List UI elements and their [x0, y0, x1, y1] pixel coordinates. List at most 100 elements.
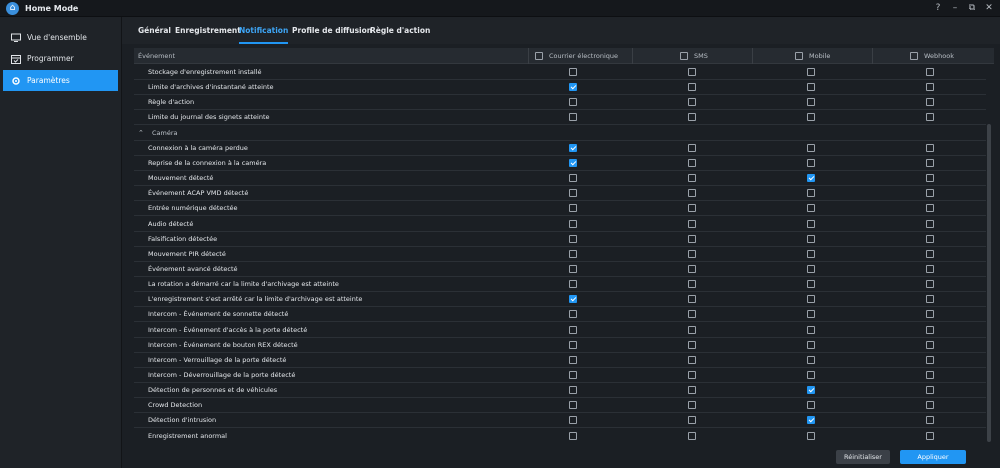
sms-checkbox[interactable] [688, 249, 696, 258]
tab-action-rule[interactable]: Règle d'action [370, 26, 430, 44]
mobile-checkbox[interactable] [807, 325, 815, 334]
email-checkbox[interactable] [569, 280, 577, 289]
mobile-checkbox[interactable] [807, 143, 815, 152]
webhook-checkbox[interactable] [926, 340, 934, 349]
email-checkbox[interactable] [569, 431, 577, 440]
mobile-checkbox[interactable] [807, 416, 815, 425]
sms-checkbox[interactable] [688, 189, 696, 198]
webhook-checkbox[interactable] [926, 401, 934, 410]
mobile-checkbox[interactable] [807, 204, 815, 213]
minimize-icon[interactable]: – [948, 1, 962, 15]
sms-checkbox[interactable] [688, 431, 696, 440]
sms-checkbox[interactable] [688, 355, 696, 364]
mobile-checkbox[interactable] [807, 113, 815, 122]
apply-button[interactable]: Appliquer [900, 450, 966, 464]
restore-icon[interactable]: ⧉ [965, 1, 979, 15]
sms-checkbox[interactable] [688, 113, 696, 122]
select-all-sms-checkbox[interactable] [680, 52, 688, 60]
email-checkbox[interactable] [569, 158, 577, 167]
sms-checkbox[interactable] [688, 371, 696, 379]
webhook-checkbox[interactable] [926, 143, 934, 152]
email-checkbox[interactable] [569, 295, 577, 304]
mobile-checkbox[interactable] [807, 371, 815, 379]
sms-checkbox[interactable] [688, 204, 696, 213]
mobile-checkbox[interactable] [807, 249, 815, 258]
tab-stream-profile[interactable]: Profile de diffusion [292, 26, 372, 44]
tab-recording[interactable]: Enregistrement [175, 26, 241, 44]
email-checkbox[interactable] [569, 204, 577, 213]
webhook-checkbox[interactable] [926, 158, 934, 167]
close-icon[interactable]: ✕ [982, 1, 996, 15]
help-icon[interactable]: ? [931, 1, 945, 15]
webhook-checkbox[interactable] [926, 355, 934, 364]
email-checkbox[interactable] [569, 98, 577, 107]
email-checkbox[interactable] [569, 416, 577, 425]
webhook-checkbox[interactable] [926, 264, 934, 273]
select-all-mobile-checkbox[interactable] [795, 52, 803, 60]
mobile-checkbox[interactable] [807, 310, 815, 319]
sms-checkbox[interactable] [688, 158, 696, 167]
sms-checkbox[interactable] [688, 280, 696, 289]
email-checkbox[interactable] [569, 143, 577, 152]
mobile-checkbox[interactable] [807, 295, 815, 304]
webhook-checkbox[interactable] [926, 174, 934, 183]
sms-checkbox[interactable] [688, 386, 696, 395]
select-all-email-checkbox[interactable] [535, 52, 543, 60]
webhook-checkbox[interactable] [926, 310, 934, 319]
sms-checkbox[interactable] [688, 295, 696, 304]
email-checkbox[interactable] [569, 219, 577, 228]
sms-checkbox[interactable] [688, 174, 696, 183]
email-checkbox[interactable] [569, 174, 577, 183]
email-checkbox[interactable] [569, 401, 577, 410]
mobile-checkbox[interactable] [807, 83, 815, 92]
email-checkbox[interactable] [569, 310, 577, 319]
email-checkbox[interactable] [569, 340, 577, 349]
webhook-checkbox[interactable] [926, 280, 934, 289]
tab-notification[interactable]: Notification [239, 26, 289, 44]
email-checkbox[interactable] [569, 68, 577, 76]
webhook-checkbox[interactable] [926, 83, 934, 92]
email-checkbox[interactable] [569, 355, 577, 364]
sms-checkbox[interactable] [688, 325, 696, 334]
sms-checkbox[interactable] [688, 340, 696, 349]
mobile-checkbox[interactable] [807, 431, 815, 440]
sidebar-item-settings[interactable]: Paramètres [3, 70, 118, 91]
vertical-scrollbar[interactable] [987, 124, 991, 442]
tab-general[interactable]: Général [138, 26, 171, 44]
mobile-checkbox[interactable] [807, 355, 815, 364]
webhook-checkbox[interactable] [926, 68, 934, 76]
sidebar-item-overview[interactable]: Vue d'ensemble [3, 27, 118, 48]
webhook-checkbox[interactable] [926, 295, 934, 304]
sms-checkbox[interactable] [688, 416, 696, 425]
email-checkbox[interactable] [569, 249, 577, 258]
reset-button[interactable]: Réinitialiser [836, 450, 890, 464]
sms-checkbox[interactable] [688, 98, 696, 107]
webhook-checkbox[interactable] [926, 371, 934, 379]
mobile-checkbox[interactable] [807, 219, 815, 228]
webhook-checkbox[interactable] [926, 189, 934, 198]
email-checkbox[interactable] [569, 386, 577, 395]
email-checkbox[interactable] [569, 371, 577, 379]
sms-checkbox[interactable] [688, 83, 696, 92]
webhook-checkbox[interactable] [926, 249, 934, 258]
mobile-checkbox[interactable] [807, 68, 815, 76]
mobile-checkbox[interactable] [807, 174, 815, 183]
mobile-checkbox[interactable] [807, 280, 815, 289]
mobile-checkbox[interactable] [807, 189, 815, 198]
sms-checkbox[interactable] [688, 401, 696, 410]
mobile-checkbox[interactable] [807, 98, 815, 107]
mobile-checkbox[interactable] [807, 264, 815, 273]
mobile-checkbox[interactable] [807, 340, 815, 349]
webhook-checkbox[interactable] [926, 416, 934, 425]
sms-checkbox[interactable] [688, 68, 696, 76]
email-checkbox[interactable] [569, 189, 577, 198]
sms-checkbox[interactable] [688, 264, 696, 273]
email-checkbox[interactable] [569, 234, 577, 243]
mobile-checkbox[interactable] [807, 234, 815, 243]
select-all-webhook-checkbox[interactable] [910, 52, 918, 60]
webhook-checkbox[interactable] [926, 113, 934, 122]
section-header-row[interactable]: ⌃ Caméra [134, 126, 986, 141]
sidebar-item-schedule[interactable]: Programmer [3, 48, 118, 69]
webhook-checkbox[interactable] [926, 431, 934, 440]
mobile-checkbox[interactable] [807, 386, 815, 395]
